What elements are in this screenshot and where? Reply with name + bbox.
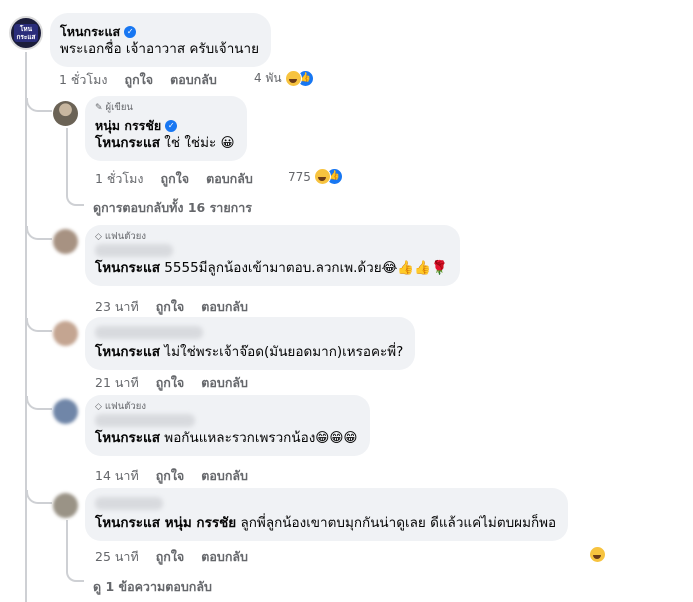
top-comment-bubble: โหนกระแส ✓ พระเอกชื่อ เจ้าอาวาส ครับเจ้า… [50, 13, 272, 67]
fan-badge-label: แฟนตัวยง [104, 401, 146, 412]
like-button[interactable]: ถูกใจ [125, 70, 154, 90]
author-reply-body: ใช่ ใช่ม่ะ 😀 [164, 135, 235, 151]
mention-link[interactable]: โหนกระแส [95, 430, 160, 446]
fan-badge: ◇ แฟนตัวยง [95, 401, 358, 413]
thread-curve-c2 [26, 318, 52, 332]
comment-actions: 14 นาที ถูกใจ ตอบกลับ [95, 466, 248, 486]
thread-curve-c1 [26, 226, 52, 240]
comment-body: พอกันแหละรวกเพรวกน้อง😁😁😁 [164, 430, 358, 446]
reply-button[interactable]: ตอบกลับ [201, 547, 248, 567]
verified-icon: ✓ [165, 119, 178, 132]
comment-text: โหนกระแส พอกันแหละรวกเพรวกน้อง😁😁😁 [95, 429, 358, 448]
haha-icon [313, 168, 331, 185]
commenter-avatar[interactable] [53, 493, 78, 518]
view-one-reply-link[interactable]: ดู 1 ข้อความตอบกลับ [93, 577, 212, 597]
comment-bubble: ◇ แฟนตัวยง โหนกระแส พอกันแหละรวกเพรวกน้อ… [85, 395, 370, 456]
reaction-count: 775 [288, 169, 311, 184]
reply-button[interactable]: ตอบกลับ [206, 169, 253, 189]
author-badge: ✎ ผู้เขียน [95, 102, 235, 114]
thread-curve-c4 [26, 490, 52, 504]
thread-curve-viewall [66, 192, 84, 206]
mention-link[interactable]: โหนกระแส [95, 135, 160, 151]
comment-text: โหนกระแส หนุ่ม กรรชัย ลูกพี่ลูกน้องเขาตบ… [95, 514, 556, 533]
author-reply-name[interactable]: หนุ่ม กรรชัย [95, 117, 161, 134]
comment-body: ไม่ใช่พระเจ้าจ๊อด(มันยอดมาก)เหรอคะพี่? [164, 344, 404, 360]
top-comment-text: พระเอกชื่อ เจ้าอาวาส ครับเจ้านาย [60, 41, 260, 57]
thread-line-c4-replies [66, 520, 68, 570]
top-comment-author[interactable]: โหนกระแส ✓ [60, 23, 137, 40]
blurred-author-name[interactable] [95, 414, 195, 427]
thread-line-author-reply [66, 128, 68, 194]
thread-line-main [25, 52, 27, 602]
blurred-author-name[interactable] [95, 497, 163, 510]
pen-icon: ✎ [95, 103, 103, 113]
fan-badge-label: แฟนตัวยง [104, 231, 146, 242]
comment-actions: 21 นาที ถูกใจ ตอบกลับ [95, 373, 248, 393]
thread-curve-c3 [26, 396, 52, 410]
view-all-replies-link[interactable]: ดูการตอบกลับทั้ง 16 รายการ [93, 198, 252, 218]
comment-time[interactable]: 21 นาที [95, 373, 139, 393]
author-badge-label: ผู้เขียน [105, 102, 133, 113]
author-reply-time[interactable]: 1 ชั่วโมง [95, 169, 144, 189]
commenter-avatar[interactable] [53, 399, 78, 424]
blurred-author-name[interactable] [95, 244, 173, 257]
comment-body: 5555มีลูกน้องเข้ามาตอบ.ลวกเพ.ด้วย😂👍👍🌹 [164, 260, 448, 276]
reply-button[interactable]: ตอบกลับ [201, 297, 248, 317]
like-button[interactable]: ถูกใจ [156, 466, 185, 486]
top-comment-actions: 1 ชั่วโมง ถูกใจ ตอบกลับ [59, 70, 217, 90]
comment-actions: 23 นาที ถูกใจ ตอบกลับ [95, 297, 248, 317]
like-button[interactable]: ถูกใจ [161, 169, 190, 189]
page-avatar[interactable]: โหน กระแส [9, 16, 43, 50]
reply-button[interactable]: ตอบกลับ [170, 70, 217, 90]
reply-button[interactable]: ตอบกลับ [201, 373, 248, 393]
haha-icon [589, 546, 606, 563]
comment-time[interactable]: 25 นาที [95, 547, 139, 567]
comment-time[interactable]: 14 นาที [95, 466, 139, 486]
verified-icon: ✓ [124, 25, 137, 38]
comment-bubble: ◇ แฟนตัวยง โหนกระแส 5555มีลูกน้องเข้ามาต… [85, 225, 460, 286]
comment-bubble: โหนกระแส ไม่ใช่พระเจ้าจ๊อด(มันยอดมาก)เหร… [85, 317, 416, 370]
top-comment-time[interactable]: 1 ชั่วโมง [59, 70, 108, 90]
comment-reactions[interactable] [589, 546, 606, 563]
author-reply-reactions[interactable]: 775 👍 [288, 168, 343, 185]
comment-bubble: โหนกระแส หนุ่ม กรรชัย ลูกพี่ลูกน้องเขาตบ… [85, 488, 569, 541]
commenter-avatar[interactable] [53, 321, 78, 346]
author-reply-text: โหนกระแส ใช่ ใช่ม่ะ 😀 [95, 134, 235, 153]
comment-text: โหนกระแส 5555มีลูกน้องเข้ามาตอบ.ลวกเพ.ด้… [95, 259, 448, 278]
diamond-icon: ◇ [95, 232, 102, 242]
commenter-avatar[interactable] [53, 229, 78, 254]
author-reply-bubble: ✎ ผู้เขียน หนุ่ม กรรชัย ✓ โหนกระแส ใช่ ใ… [85, 96, 247, 161]
reply-button[interactable]: ตอบกลับ [201, 466, 248, 486]
blurred-author-name[interactable] [95, 326, 203, 339]
author-avatar[interactable] [53, 101, 78, 126]
top-comment-author-name[interactable]: โหนกระแส [60, 23, 120, 40]
like-button[interactable]: ถูกใจ [156, 297, 185, 317]
reaction-count: 4 พัน [254, 71, 282, 85]
top-comment-reactions[interactable]: 4 พัน 👍 [254, 69, 314, 88]
page-logo: โหน กระแส [14, 24, 38, 42]
like-button[interactable]: ถูกใจ [156, 547, 185, 567]
haha-icon [284, 70, 302, 87]
fan-badge: ◇ แฟนตัวยง [95, 231, 448, 243]
thread-curve-c4-viewmore [66, 568, 84, 582]
author-reply-actions: 1 ชั่วโมง ถูกใจ ตอบกลับ [95, 169, 253, 189]
comment-time[interactable]: 23 นาที [95, 297, 139, 317]
thread-curve-author [26, 98, 52, 112]
diamond-icon: ◇ [95, 402, 102, 412]
comment-text: โหนกระแส ไม่ใช่พระเจ้าจ๊อด(มันยอดมาก)เหร… [95, 343, 403, 362]
comment-actions: 25 นาที ถูกใจ ตอบกลับ [95, 547, 248, 567]
mention-link[interactable]: โหนกระแส [95, 260, 160, 276]
comment-body: ลูกพี่ลูกน้องเขาตบมุกกันน่าดูเลย ดีแล้วแ… [240, 515, 557, 531]
mention-link[interactable]: โหนกระแส หนุ่ม กรรชัย [95, 515, 236, 531]
author-reply-author[interactable]: หนุ่ม กรรชัย ✓ [95, 117, 178, 134]
logo-text: โหน กระแส [16, 25, 36, 41]
mention-link[interactable]: โหนกระแส [95, 344, 160, 360]
like-button[interactable]: ถูกใจ [156, 373, 185, 393]
